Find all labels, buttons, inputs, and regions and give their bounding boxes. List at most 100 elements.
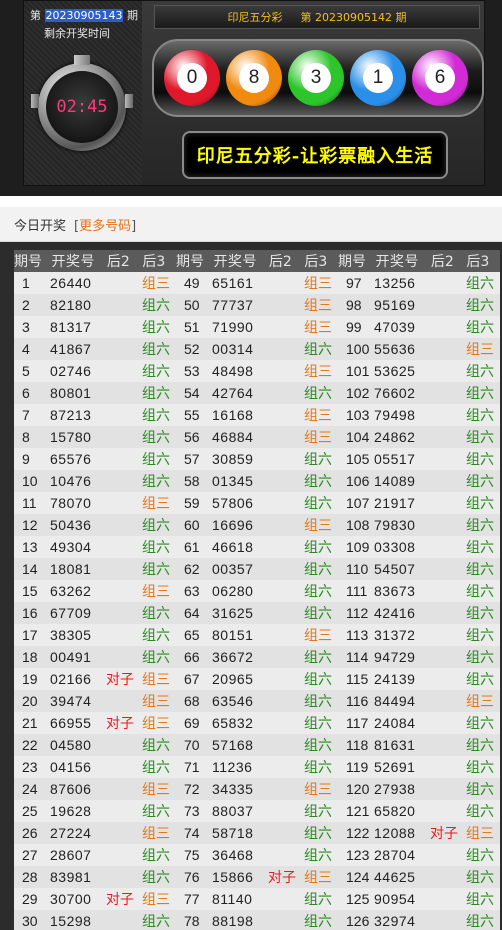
issue-cell: 26 bbox=[22, 825, 38, 841]
draw-number-cell: 88037 bbox=[212, 803, 254, 819]
issue-cell: 71 bbox=[184, 759, 200, 775]
draw-number-cell: 80151 bbox=[212, 627, 254, 643]
draw-number-cell: 48498 bbox=[212, 363, 254, 379]
draw-number-cell: 84494 bbox=[374, 693, 416, 709]
draw-number-cell: 63546 bbox=[212, 693, 254, 709]
issue-cell: 3 bbox=[22, 319, 30, 335]
issue-cell: 119 bbox=[346, 759, 369, 775]
last3-pattern-cell: 组六 bbox=[304, 649, 332, 665]
table-row: 108 79830 组六 bbox=[338, 514, 500, 536]
table-row: 60 16696 组三 bbox=[176, 514, 338, 536]
table-row: 97 13256 组六 bbox=[338, 272, 500, 294]
table-row: 5 02746 组六 bbox=[14, 360, 176, 382]
last3-pattern-cell: 组六 bbox=[304, 693, 332, 709]
draw-number-cell: 30859 bbox=[212, 451, 254, 467]
last3-pattern-cell: 组六 bbox=[142, 627, 170, 643]
issue-cell: 113 bbox=[346, 627, 369, 643]
draw-number-cell: 06280 bbox=[212, 583, 254, 599]
draw-number-cell: 16696 bbox=[212, 517, 254, 533]
last2-pattern-cell: 对子 bbox=[106, 715, 134, 731]
issue-cell: 19 bbox=[22, 671, 38, 687]
last3-pattern-cell: 组三 bbox=[142, 781, 170, 797]
more-numbers-text[interactable]: 更多号码 bbox=[79, 219, 131, 234]
draw-number-cell: 42416 bbox=[374, 605, 416, 621]
issue-cell: 17 bbox=[22, 627, 38, 643]
issue-cell: 23 bbox=[22, 759, 38, 775]
draw-number-cell: 65820 bbox=[374, 803, 416, 819]
last2-pattern-cell: 对子 bbox=[268, 869, 296, 885]
countdown-timer: 02:45 bbox=[56, 97, 108, 117]
issue-cell: 101 bbox=[346, 363, 370, 379]
draw-number-cell: 57806 bbox=[212, 495, 254, 511]
table-row: 118 81631 组六 bbox=[338, 734, 500, 756]
lottery-ball-4: 1 bbox=[350, 50, 406, 106]
table-row: 124 44625 组六 bbox=[338, 866, 500, 888]
table-row: 98 95169 组六 bbox=[338, 294, 500, 316]
table-row: 69 65832 组六 bbox=[176, 712, 338, 734]
last3-pattern-cell: 组六 bbox=[142, 869, 170, 885]
draw-number-cell: 15866 bbox=[212, 869, 254, 885]
table-row: 109 03308 组六 bbox=[338, 536, 500, 558]
table-row: 50 77737 组三 bbox=[176, 294, 338, 316]
table-row: 25 19628 组六 bbox=[14, 800, 176, 822]
draw-number-cell: 14089 bbox=[374, 473, 416, 489]
lottery-banner: 第 20230905143 期 剩余开奖时间 02:45 印尼五分彩 第 202… bbox=[0, 0, 502, 196]
table-row: 7 87213 组六 bbox=[14, 404, 176, 426]
draw-number-cell: 55636 bbox=[374, 341, 416, 357]
last3-pattern-cell: 组六 bbox=[142, 473, 170, 489]
last3-pattern-cell: 组六 bbox=[304, 913, 332, 929]
draw-number-cell: 87606 bbox=[50, 781, 92, 797]
table-row: 30 15298 组六 bbox=[14, 910, 176, 930]
draw-number-cell: 34335 bbox=[212, 781, 254, 797]
more-numbers-link[interactable]: [更多号码] bbox=[74, 215, 136, 234]
issue-cell: 77 bbox=[184, 891, 200, 907]
draw-number-cell: 81140 bbox=[212, 891, 253, 907]
draw-number-cell: 95169 bbox=[374, 297, 416, 313]
issue-cell: 116 bbox=[346, 693, 369, 709]
issue-cell: 18 bbox=[22, 649, 38, 665]
draw-number-cell: 76602 bbox=[374, 385, 416, 401]
table-row: 1 26440 组三 bbox=[14, 272, 176, 294]
last3-pattern-cell: 组六 bbox=[142, 913, 170, 929]
issue-cell: 111 bbox=[346, 583, 368, 599]
issue-cell: 57 bbox=[184, 451, 200, 467]
table-row: 115 24139 组六 bbox=[338, 668, 500, 690]
table-row: 75 36468 组六 bbox=[176, 844, 338, 866]
draw-number-cell: 53625 bbox=[374, 363, 416, 379]
last3-pattern-cell: 组六 bbox=[466, 473, 494, 489]
lottery-name: 印尼五分彩 bbox=[227, 11, 283, 24]
remaining-time-label: 剩余开奖时间 bbox=[44, 27, 110, 40]
table-row: 61 46618 组六 bbox=[176, 536, 338, 558]
last3-pattern-cell: 组六 bbox=[304, 495, 332, 511]
table-row: 121 65820 组六 bbox=[338, 800, 500, 822]
issue-cell: 4 bbox=[22, 341, 30, 357]
last3-pattern-cell: 组三 bbox=[142, 715, 170, 731]
last3-pattern-cell: 组六 bbox=[142, 605, 170, 621]
table-row: 56 46884 组三 bbox=[176, 426, 338, 448]
issue-cell: 107 bbox=[346, 495, 370, 511]
draw-number-cell: 58718 bbox=[212, 825, 254, 841]
last3-pattern-cell: 组三 bbox=[466, 825, 494, 841]
last3-pattern-cell: 组六 bbox=[466, 517, 494, 533]
draw-number-cell: 16168 bbox=[212, 407, 254, 423]
issue-cell: 108 bbox=[346, 517, 370, 533]
table-row: 52 00314 组六 bbox=[176, 338, 338, 360]
issue-cell: 70 bbox=[184, 737, 200, 753]
stopwatch-icon: 02:45 bbox=[31, 55, 133, 151]
table-row: 77 81140 组六 bbox=[176, 888, 338, 910]
table-row: 76 15866 对子 组三 bbox=[176, 866, 338, 888]
table-row: 104 24862 组六 bbox=[338, 426, 500, 448]
table-row: 100 55636 组三 bbox=[338, 338, 500, 360]
table-row: 19 02166 对子 组三 bbox=[14, 668, 176, 690]
issue-cell: 51 bbox=[184, 319, 200, 335]
draw-number-cell: 39474 bbox=[50, 693, 92, 709]
table-row: 53 48498 组三 bbox=[176, 360, 338, 382]
last3-header: 后3 bbox=[142, 254, 166, 270]
results-table: 期号 开奖号 后2 后3 1 26440 组三 2 82180 组六 3 81317 组六 4 41867 组… bbox=[0, 242, 502, 930]
table-row: 111 83673 组六 bbox=[338, 580, 500, 602]
draw-number-cell: 20965 bbox=[212, 671, 254, 687]
draw-number-cell: 28607 bbox=[50, 847, 92, 863]
issue-cell: 28 bbox=[22, 869, 38, 885]
issue-cell: 30 bbox=[22, 913, 38, 929]
last3-pattern-cell: 组六 bbox=[466, 781, 494, 797]
